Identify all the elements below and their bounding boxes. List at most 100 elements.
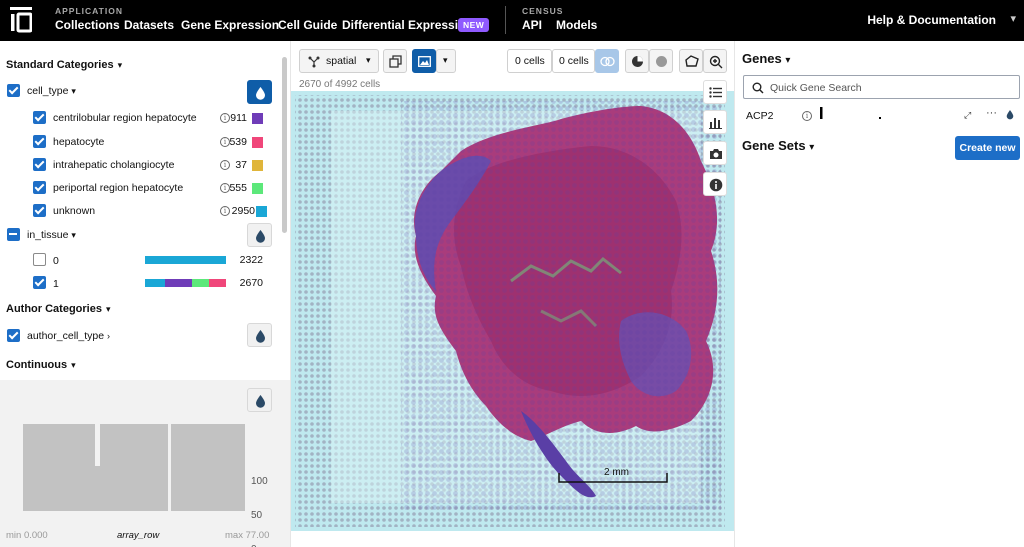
category-label[interactable]: unknown	[53, 205, 95, 217]
camera-icon	[710, 149, 722, 159]
category-checkbox[interactable]	[33, 158, 46, 171]
category-count: 2322	[239, 254, 263, 266]
author-cell-type-checkbox[interactable]	[7, 329, 20, 342]
scrollbar[interactable]	[282, 57, 287, 233]
cell-type-label[interactable]: cell_type ▾	[27, 85, 76, 97]
more-options-icon[interactable]: ···	[986, 107, 997, 119]
pie-chart-icon	[632, 56, 643, 67]
category-checkbox[interactable]	[33, 253, 46, 266]
category-checkbox[interactable]	[33, 181, 46, 194]
cellxgene-logo-icon[interactable]	[10, 7, 32, 33]
snapshot-button[interactable]	[703, 141, 727, 165]
image-options-dropdown[interactable]: ▾	[436, 49, 456, 73]
nav-api[interactable]: API	[522, 18, 542, 32]
lasso-icon	[685, 55, 699, 67]
cell-set-2-button[interactable]: 0 cells	[552, 49, 595, 73]
category-color-swatch	[256, 206, 267, 217]
category-color-swatch	[252, 137, 263, 148]
nav-models[interactable]: Models	[556, 18, 597, 32]
author-categories-label: Author Categories	[6, 303, 102, 315]
category-count: 2950	[231, 205, 255, 217]
continuous-header[interactable]: Continuous ▾	[6, 359, 76, 371]
cell-set-1-button[interactable]: 0 cells	[507, 49, 552, 73]
category-label[interactable]: periportal region hepatocyte	[53, 182, 183, 194]
lasso-tool-button[interactable]	[679, 49, 703, 73]
category-label[interactable]: intrahepatic cholangiocyte	[53, 159, 174, 171]
in-tissue-label[interactable]: in_tissue ▾	[27, 229, 76, 241]
category-distribution-bar	[145, 256, 226, 264]
category-checkbox[interactable]	[33, 135, 46, 148]
cell-set-1-label: 0 cells	[515, 55, 545, 67]
census-group-label: CENSUS	[522, 6, 564, 16]
category-label[interactable]: centrilobular region hepatocyte	[53, 112, 197, 124]
y-tick: 100	[251, 476, 268, 487]
category-color-swatch	[252, 183, 263, 194]
category-label[interactable]: hepatocyte	[53, 136, 104, 148]
gene-name[interactable]: ACP2	[746, 110, 773, 122]
chevron-down-icon: ▾	[443, 55, 448, 65]
gene-search-box[interactable]	[743, 75, 1020, 99]
category-checkbox[interactable]	[33, 204, 46, 217]
category-checkbox[interactable]	[33, 276, 46, 289]
cell-count-label: 2670 of 4992 cells	[299, 79, 381, 90]
embedding-label: spatial	[326, 55, 357, 67]
pie-view-button[interactable]	[625, 49, 649, 73]
gene-sets-label: Gene Sets	[742, 138, 806, 153]
in-tissue-checkbox[interactable]	[7, 228, 20, 241]
zoom-tool-button[interactable]	[703, 49, 727, 73]
gene-search-input[interactable]	[770, 80, 1010, 95]
subset-button[interactable]	[383, 49, 407, 73]
expand-icon[interactable]: ⤢	[964, 110, 971, 121]
spatial-embedding-canvas[interactable]	[291, 91, 734, 531]
charts-toggle-button[interactable]	[703, 110, 727, 134]
category-label[interactable]: 1	[53, 278, 59, 290]
venn-icon	[600, 56, 615, 67]
info-button[interactable]	[703, 172, 727, 196]
legend-toggle-button[interactable]	[703, 80, 727, 104]
cell-type-checkbox[interactable]	[7, 84, 20, 97]
histogram-bar	[23, 424, 95, 511]
help-documentation-menu[interactable]: Help & Documentation	[867, 13, 996, 27]
droplet-icon	[256, 87, 265, 100]
histogram-chart[interactable]	[0, 380, 291, 547]
nav-cell-guide[interactable]: Cell Guide	[278, 18, 337, 32]
category-color-swatch	[252, 160, 263, 171]
differential-expression-button[interactable]	[595, 49, 619, 73]
embedding-select[interactable]: spatial ▾	[299, 49, 379, 73]
standard-categories-label: Standard Categories	[6, 59, 114, 71]
nav-differential-expression[interactable]: Differential Expression	[342, 18, 473, 32]
image-toggle-button[interactable]	[412, 49, 436, 73]
info-icon[interactable]: i	[802, 111, 812, 121]
application-group-label: APPLICATION	[55, 6, 123, 16]
category-checkbox[interactable]	[33, 111, 46, 124]
circle-icon	[656, 56, 667, 67]
color-by-author-cell-type-button[interactable]	[247, 323, 272, 347]
droplet-icon[interactable]	[1006, 109, 1014, 120]
chevron-down-icon: ▾	[117, 60, 123, 70]
cell-set-2-label: 0 cells	[559, 55, 589, 67]
category-count: 539	[229, 136, 247, 148]
color-by-in-tissue-button[interactable]	[247, 223, 272, 247]
scale-bar-label: 2 mm	[604, 467, 629, 478]
nav-collections[interactable]: Collections	[55, 18, 120, 32]
dot-view-button[interactable]	[649, 49, 673, 73]
chevron-down-icon: ▾	[809, 142, 815, 153]
histogram-bar	[100, 424, 168, 511]
chevron-down-icon: ▾	[366, 55, 371, 65]
genes-header[interactable]: Genes ▾	[742, 51, 790, 66]
author-cell-type-label[interactable]: author_cell_type ›	[27, 330, 110, 342]
new-badge: NEW	[458, 18, 490, 32]
histogram-x-label: array_row	[117, 530, 160, 541]
color-by-cell-type-button[interactable]	[247, 80, 272, 104]
standard-categories-header[interactable]: Standard Categories ▾	[6, 59, 122, 71]
create-new-gene-set-button[interactable]: Create new	[955, 136, 1020, 160]
gene-sets-header[interactable]: Gene Sets ▾	[742, 138, 814, 153]
histogram-max-label: max 77.00	[225, 530, 270, 541]
nav-datasets[interactable]: Datasets	[124, 18, 174, 32]
category-label[interactable]: 0	[53, 255, 59, 267]
embedding-viewer-panel: spatial ▾ ▾ 0 cells 0 cells 2670 of 4992…	[291, 41, 734, 547]
chevron-down-icon[interactable]: ▾	[1010, 12, 1016, 25]
author-categories-header[interactable]: Author Categories ▾	[6, 303, 111, 315]
nav-gene-expression[interactable]: Gene Expression	[181, 18, 279, 32]
bar-chart-icon	[709, 118, 722, 129]
